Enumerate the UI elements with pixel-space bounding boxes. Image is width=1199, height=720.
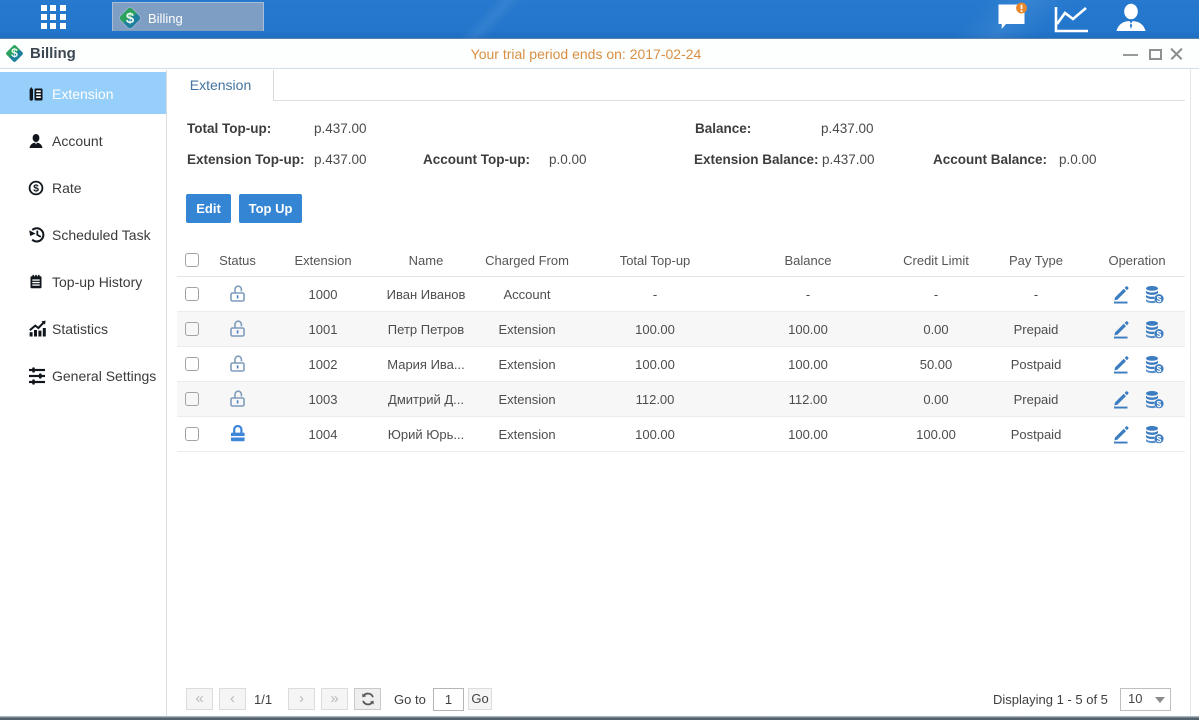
svg-text:$: $ bbox=[33, 182, 39, 194]
